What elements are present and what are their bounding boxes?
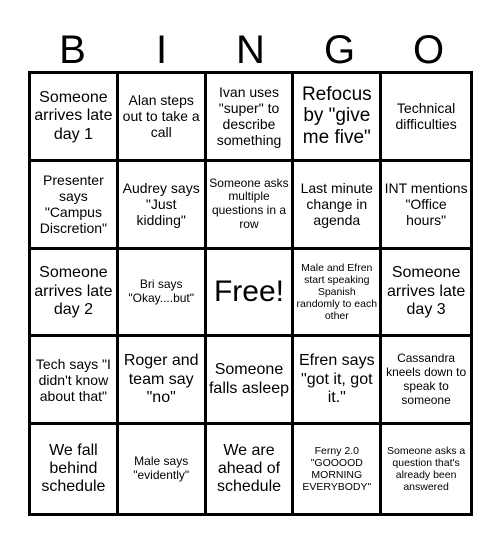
bingo-grid: Someone arrives late day 1 Alan steps ou…: [28, 71, 473, 516]
bingo-cell[interactable]: Technical difficulties: [382, 74, 470, 162]
bingo-cell[interactable]: Male says "evidently": [119, 425, 207, 513]
bingo-cell[interactable]: Alan steps out to take a call: [118, 74, 207, 162]
free-space-cell[interactable]: Free!: [206, 249, 295, 338]
bingo-cell[interactable]: Ferny 2.0 "GOOOOD MORNING EVERYBODY": [294, 425, 383, 513]
bingo-cell[interactable]: Efren says "got it, got it.": [294, 337, 383, 426]
bingo-cell[interactable]: Last minute change in agenda: [294, 161, 383, 250]
header-letter-b: B: [59, 28, 86, 72]
bingo-cell[interactable]: We fall behind schedule: [31, 425, 119, 513]
bingo-cell[interactable]: Someone asks a question that's already b…: [382, 425, 470, 513]
bingo-cell[interactable]: Roger and team say "no": [118, 337, 207, 426]
bingo-cell[interactable]: Ivan uses "super" to describe something: [206, 74, 295, 162]
bingo-cell[interactable]: Someone arrives late day 2: [31, 249, 119, 338]
header-letter-n: N: [236, 28, 265, 72]
bingo-header: B I N G O: [28, 28, 473, 72]
bingo-cell[interactable]: We are ahead of schedule: [207, 425, 295, 513]
bingo-cell[interactable]: Audrey says "Just kidding": [118, 161, 207, 250]
header-letter-o: O: [412, 28, 445, 72]
bingo-cell[interactable]: Presenter says "Campus Discretion": [31, 161, 119, 250]
bingo-cell[interactable]: Refocus by "give me five": [294, 74, 383, 162]
header-letter-g: G: [323, 28, 356, 72]
bingo-cell[interactable]: Someone arrives late day 1: [31, 74, 119, 162]
bingo-cell[interactable]: Male and Efren start speaking Spanish ra…: [294, 249, 383, 338]
bingo-cell[interactable]: Bri says "Okay....but": [118, 249, 207, 338]
header-letter-i: I: [155, 28, 168, 72]
bingo-cell[interactable]: Cassandra kneels down to speak to someon…: [382, 337, 470, 426]
bingo-cell[interactable]: Someone arrives late day 3: [382, 250, 470, 338]
bingo-cell[interactable]: INT mentions "Office hours": [382, 162, 470, 250]
bingo-cell[interactable]: Someone asks multiple questions in a row: [206, 161, 295, 250]
bingo-cell[interactable]: Someone falls asleep: [206, 337, 295, 426]
bingo-cell[interactable]: Tech says "I didn't know about that": [31, 337, 119, 426]
